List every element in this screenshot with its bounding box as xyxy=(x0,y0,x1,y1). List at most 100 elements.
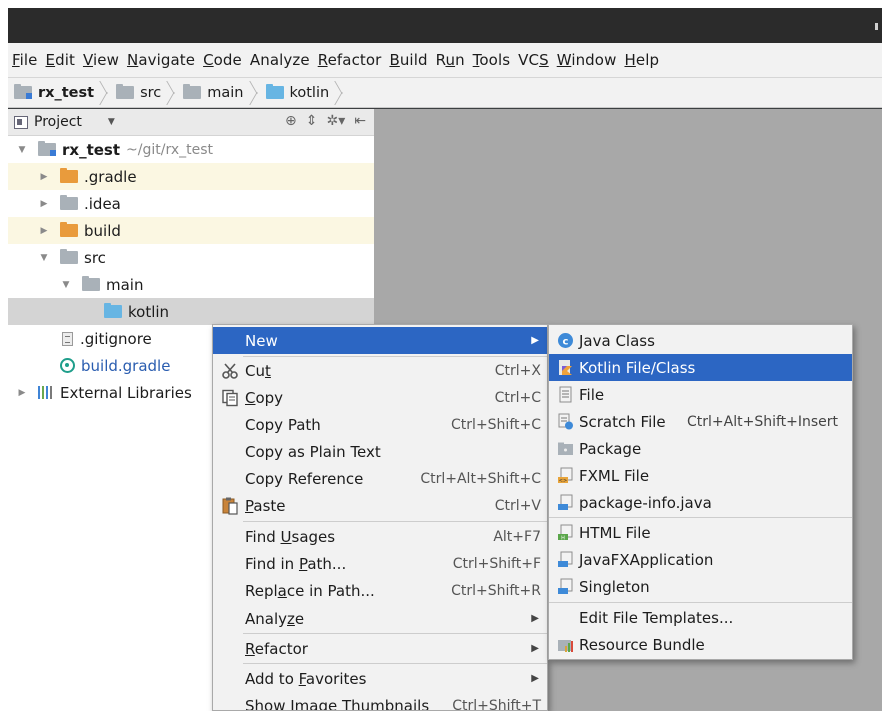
new-scratch-file[interactable]: Scratch File Ctrl+Alt+Shift+Insert xyxy=(549,408,852,435)
menu-code[interactable]: Code xyxy=(199,51,246,69)
new-package[interactable]: Package xyxy=(549,435,852,462)
tree-item-project-root[interactable]: ▼ rx_test ~/git/rx_test xyxy=(8,136,374,163)
menu-edit[interactable]: Edit xyxy=(42,51,79,69)
fxml-file-icon: <> xyxy=(558,467,573,484)
collapsed-arrow-icon[interactable]: ▶ xyxy=(16,388,28,398)
new-submenu: c Java Class Kotlin File/Class File Scra… xyxy=(548,324,853,660)
project-view-icon xyxy=(14,115,28,129)
context-menu-copy-path[interactable]: Copy Path Ctrl+Shift+C xyxy=(213,411,547,438)
text-file-icon xyxy=(62,331,73,346)
menu-build[interactable]: Build xyxy=(385,51,431,69)
breadcrumb-item-src[interactable]: src xyxy=(116,84,161,101)
project-panel-header: Project ▼ ⊕ ⇕ ✲▾ ⇤ xyxy=(8,109,374,136)
resource-bundle-icon xyxy=(558,640,573,652)
context-menu: New ▶ Cut Ctrl+X Copy Ctrl+C Copy Path C… xyxy=(212,324,548,711)
menu-navigate[interactable]: Navigate xyxy=(123,51,199,69)
context-menu-add-to-favorites[interactable]: Add to Favorites ▶ xyxy=(213,665,547,692)
submenu-arrow-icon: ▶ xyxy=(531,673,539,684)
edit-file-templates[interactable]: Edit File Templates... xyxy=(549,604,852,631)
html-file-icon: H xyxy=(558,524,573,541)
menu-vcs[interactable]: VCS xyxy=(514,51,553,69)
chevron-down-icon[interactable]: ▼ xyxy=(108,117,115,127)
hide-panel-icon[interactable]: ⇤ xyxy=(354,113,366,129)
project-panel-tools: ⊕ ⇕ ✲▾ ⇤ xyxy=(285,113,366,129)
tree-item-gradle-dir[interactable]: ▶ .gradle xyxy=(8,163,374,190)
package-icon xyxy=(558,442,573,455)
java-file-icon xyxy=(558,578,573,594)
tree-item-idea-dir[interactable]: ▶ .idea xyxy=(8,190,374,217)
java-file-icon xyxy=(558,551,573,567)
menu-refactor[interactable]: Refactor xyxy=(314,51,386,69)
collapsed-arrow-icon[interactable]: ▶ xyxy=(38,172,50,182)
menu-analyze[interactable]: Analyze xyxy=(246,51,314,69)
context-menu-find-usages[interactable]: Find Usages Alt+F7 xyxy=(213,523,547,550)
folder-icon xyxy=(183,84,202,99)
collapsed-arrow-icon[interactable]: ▶ xyxy=(38,199,50,209)
breadcrumb-separator xyxy=(98,81,112,105)
locate-file-icon[interactable]: ⊕ xyxy=(285,113,297,129)
module-folder-icon xyxy=(38,141,56,156)
context-menu-cut[interactable]: Cut Ctrl+X xyxy=(213,357,547,384)
collapsed-arrow-icon[interactable]: ▶ xyxy=(38,226,50,236)
copy-icon xyxy=(222,389,238,407)
gear-icon[interactable]: ✲▾ xyxy=(327,113,346,129)
menu-separator xyxy=(243,521,547,522)
svg-text:c: c xyxy=(563,336,569,347)
menu-window[interactable]: Window xyxy=(553,51,621,69)
clipboard-icon xyxy=(222,497,238,515)
java-file-icon xyxy=(558,494,573,510)
new-java-class[interactable]: c Java Class xyxy=(549,327,852,354)
tree-item-kotlin-dir[interactable]: kotlin xyxy=(8,298,374,325)
new-singleton[interactable]: Singleton xyxy=(549,573,852,600)
main-menu-bar: File Edit View Navigate Code Analyze Ref… xyxy=(8,43,882,78)
menu-view[interactable]: View xyxy=(79,51,123,69)
menu-run[interactable]: Run xyxy=(432,51,469,69)
breadcrumb-item-main[interactable]: main xyxy=(183,84,244,101)
kotlin-icon xyxy=(559,360,572,375)
tree-item-main-dir[interactable]: ▼ main xyxy=(8,271,374,298)
new-javafx-application[interactable]: JavaFXApplication xyxy=(549,546,852,573)
submenu-arrow-icon: ▶ xyxy=(531,643,539,654)
breadcrumb-item-kotlin[interactable]: kotlin xyxy=(265,84,329,101)
new-fxml-file[interactable]: <> FXML File xyxy=(549,462,852,489)
context-menu-copy-reference[interactable]: Copy Reference Ctrl+Alt+Shift+C xyxy=(213,465,547,492)
menu-separator xyxy=(243,663,547,664)
context-menu-show-image-thumbnails[interactable]: Show Image Thumbnails Ctrl+Shift+T xyxy=(213,692,547,711)
svg-text:H: H xyxy=(561,535,565,541)
new-html-file[interactable]: H HTML File xyxy=(549,519,852,546)
context-menu-copy-plain-text[interactable]: Copy as Plain Text xyxy=(213,438,547,465)
context-menu-refactor[interactable]: Refactor ▶ xyxy=(213,635,547,662)
collapse-all-icon[interactable]: ⇕ xyxy=(306,113,318,129)
menu-separator xyxy=(549,517,852,518)
title-indicator xyxy=(875,23,878,30)
context-menu-replace-in-path[interactable]: Replace in Path... Ctrl+Shift+R xyxy=(213,577,547,604)
new-resource-bundle[interactable]: Resource Bundle xyxy=(549,631,852,658)
title-bar xyxy=(8,8,882,43)
menu-file[interactable]: File xyxy=(8,51,42,69)
source-folder-icon xyxy=(265,84,284,99)
new-package-info[interactable]: package-info.java xyxy=(549,489,852,516)
tree-item-src-dir[interactable]: ▼ src xyxy=(8,244,374,271)
context-menu-analyze[interactable]: Analyze ▶ xyxy=(213,605,547,632)
library-icon xyxy=(38,386,54,399)
breadcrumb: rx_test src main kotlin xyxy=(8,78,882,108)
scratch-file-icon xyxy=(558,413,573,430)
menu-tools[interactable]: Tools xyxy=(469,51,514,69)
folder-icon xyxy=(60,195,78,210)
excluded-folder-icon xyxy=(60,222,78,237)
new-kotlin-file[interactable]: Kotlin File/Class xyxy=(549,354,852,381)
new-file[interactable]: File xyxy=(549,381,852,408)
menu-help[interactable]: Help xyxy=(620,51,663,69)
expanded-arrow-icon[interactable]: ▼ xyxy=(16,145,28,155)
tree-item-build-dir[interactable]: ▶ build xyxy=(8,217,374,244)
expanded-arrow-icon[interactable]: ▼ xyxy=(60,280,72,290)
breadcrumb-item-project[interactable]: rx_test xyxy=(14,84,94,101)
folder-icon xyxy=(116,84,135,99)
context-menu-paste[interactable]: Paste Ctrl+V xyxy=(213,492,547,519)
project-view-selector[interactable]: Project xyxy=(34,114,82,130)
context-menu-copy[interactable]: Copy Ctrl+C xyxy=(213,384,547,411)
context-menu-new[interactable]: New ▶ xyxy=(213,327,547,354)
expanded-arrow-icon[interactable]: ▼ xyxy=(38,253,50,263)
context-menu-find-in-path[interactable]: Find in Path... Ctrl+Shift+F xyxy=(213,550,547,577)
excluded-folder-icon xyxy=(60,168,78,183)
